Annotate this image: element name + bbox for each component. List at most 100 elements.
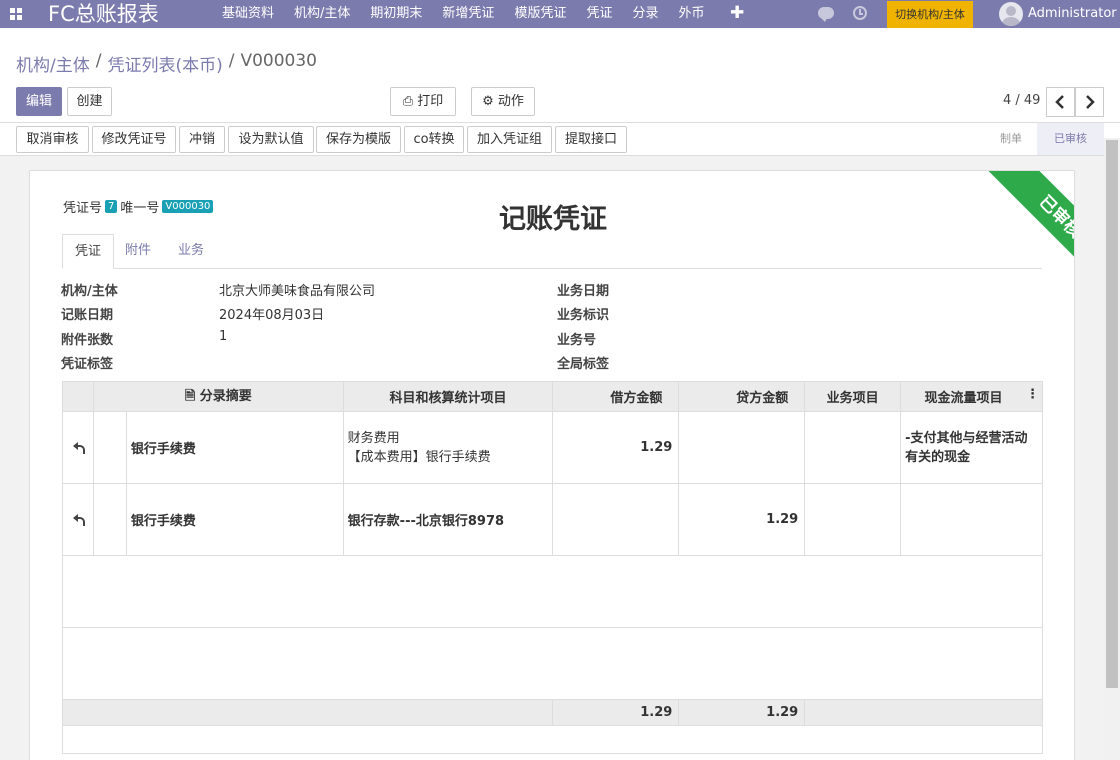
entry-account[interactable]: 财务费用【成本费用】银行手续费 <box>342 411 554 484</box>
menu-item-new-voucher[interactable]: 新增凭证 <box>432 0 504 28</box>
save-template-button[interactable]: 保存为模版 <box>316 126 401 153</box>
tab-attachments[interactable]: 附件 <box>113 234 163 269</box>
business-no-label: 业务号 <box>557 333 597 348</box>
breadcrumb-sep: / <box>228 51 235 71</box>
action-label: 动作 <box>497 94 524 109</box>
entry-cash-flow[interactable] <box>900 483 1043 556</box>
breadcrumb: 机构/主体 / 凭证列表(本币) / V000030 <box>16 51 317 76</box>
create-button[interactable]: 创建 <box>67 87 112 116</box>
col-summary-label: 分录摘要 <box>199 388 252 404</box>
org-label: 机构/主体 <box>61 284 118 299</box>
undo-icon[interactable] <box>72 442 85 454</box>
col-summary[interactable]: 🗎 分录摘要 <box>92 381 344 412</box>
empty-row <box>62 627 1043 700</box>
chevron-left-icon <box>1055 95 1064 109</box>
col-account[interactable]: 科目和核算统计项目 <box>342 381 554 412</box>
breadcrumb-sep: / <box>95 51 102 71</box>
apps-grid-icon[interactable] <box>10 8 22 20</box>
cash-line-1: -支付其他与经营活动 <box>905 430 1028 446</box>
pager-prev-button[interactable] <box>1046 87 1075 117</box>
entry-business-item[interactable] <box>804 411 902 484</box>
edit-button[interactable]: 编辑 <box>16 87 62 116</box>
global-tag-label: 全局标签 <box>557 357 610 372</box>
menu-item-period[interactable]: 期初期末 <box>360 0 432 28</box>
col-business-item[interactable]: 业务项目 <box>804 381 902 412</box>
posting-date-label: 记账日期 <box>61 308 114 323</box>
scrollbar-thumb[interactable] <box>1106 140 1118 688</box>
totals-spacer <box>804 699 1043 726</box>
gear-icon: ⚙ <box>482 94 494 109</box>
entry-business-item[interactable] <box>804 483 902 556</box>
account-line-1: 财务费用 <box>347 430 400 446</box>
menu-item-basic-data[interactable]: 基础资料 <box>212 0 284 28</box>
account-line-2: 【成本费用】银行手续费 <box>347 449 491 465</box>
table-header-row: 🗎 分录摘要 科目和核算统计项目 借方金额 贷方金额 业务项目 现金流量项目 ⋮ <box>62 381 1043 412</box>
attachments-count-value[interactable]: 1 <box>219 329 227 344</box>
empty-row <box>62 555 1043 628</box>
business-date-label: 业务日期 <box>557 284 610 299</box>
avatar[interactable] <box>999 2 1023 26</box>
entry-debit[interactable]: 1.29 <box>552 411 680 484</box>
print-label: 打印 <box>417 94 444 109</box>
entry-summary[interactable]: 银行手续费 <box>125 411 344 484</box>
entry-account[interactable]: 银行存款---北京银行8978 <box>342 483 554 556</box>
menu-item-foreign-currency[interactable]: 外币 <box>668 0 714 28</box>
pager-next-button[interactable] <box>1075 87 1104 117</box>
row-handle-cell <box>92 483 127 556</box>
switch-org-button[interactable]: 切换机构/主体 <box>887 1 973 28</box>
page-scrollbar[interactable] <box>1104 138 1120 760</box>
entries-table: 🗎 分录摘要 科目和核算统计项目 借方金额 贷方金额 业务项目 现金流量项目 ⋮ … <box>61 381 1043 754</box>
entry-credit[interactable] <box>678 411 806 484</box>
col-debit[interactable]: 借方金额 <box>552 381 680 412</box>
entry-credit[interactable]: 1.29 <box>678 483 806 556</box>
voucher-sheet: 已审核 凭证号 7 唯一号 V000030 记账凭证 凭证 附件 业务 机构/主… <box>29 170 1075 760</box>
print-button[interactable]: ⎙ 打印 <box>390 87 456 116</box>
col-credit[interactable]: 贷方金额 <box>678 381 806 412</box>
org-value[interactable]: 北京大师美味食品有限公司 <box>219 280 375 299</box>
tab-voucher[interactable]: 凭证 <box>62 234 115 269</box>
add-voucher-group-button[interactable]: 加入凭证组 <box>467 126 552 153</box>
menu-item-template-voucher[interactable]: 模版凭证 <box>504 0 576 28</box>
menu-item-voucher[interactable]: 凭证 <box>576 0 622 28</box>
undo-icon[interactable] <box>72 514 85 526</box>
entry-cash-flow[interactable]: -支付其他与经营活动 有关的现金 <box>900 411 1043 484</box>
user-menu[interactable]: Administrator <box>1028 0 1117 27</box>
set-default-button[interactable]: 设为默认值 <box>228 126 314 153</box>
total-credit: 1.29 <box>678 699 806 726</box>
menu-item-entries[interactable]: 分录 <box>622 0 668 28</box>
top-navbar: FC总账报表 基础资料 机构/主体 期初期末 新增凭证 模版凭证 凭证 分录 外… <box>0 0 1120 28</box>
status-reviewed[interactable]: 已审核 <box>1037 123 1104 155</box>
reverse-button[interactable]: 冲销 <box>179 126 225 153</box>
status-draft[interactable]: 制单 <box>985 123 1037 155</box>
menu-item-org-entity[interactable]: 机构/主体 <box>284 0 360 28</box>
plus-icon[interactable]: ✚ <box>730 0 744 27</box>
business-flag-label: 业务标识 <box>557 308 610 323</box>
modify-voucher-no-button[interactable]: 修改凭证号 <box>92 126 176 153</box>
co-convert-button[interactable]: co转换 <box>404 126 464 153</box>
chat-icon[interactable] <box>818 7 834 22</box>
breadcrumb-org[interactable]: 机构/主体 <box>16 51 90 76</box>
table-row[interactable]: 银行手续费 财务费用【成本费用】银行手续费 1.29 -支付其他与经营活动 有关的… <box>62 411 1043 484</box>
tab-business[interactable]: 业务 <box>166 234 216 269</box>
document-icon: 🗎 <box>184 388 196 404</box>
main-menu: 基础资料 机构/主体 期初期末 新增凭证 模版凭证 凭证 分录 外币 <box>212 0 715 28</box>
totals-row: 1.29 1.29 <box>61 699 1043 726</box>
row-undo-cell <box>62 411 94 484</box>
action-button[interactable]: ⚙ 动作 <box>471 87 535 116</box>
col-cash-flow[interactable]: 现金流量项目 ⋮ <box>900 381 1043 412</box>
app-brand[interactable]: FC总账报表 <box>48 0 159 28</box>
col-handle <box>62 381 94 412</box>
table-footer <box>62 725 1043 754</box>
extract-interface-button[interactable]: 提取接口 <box>555 126 627 153</box>
column-options-icon[interactable]: ⋮ <box>1026 387 1042 402</box>
row-undo-cell <box>62 483 94 556</box>
entry-debit[interactable] <box>552 483 680 556</box>
table-row[interactable]: 银行手续费 银行存款---北京银行8978 1.29 <box>62 483 1043 556</box>
pager-value: 4 / 49 <box>1003 93 1041 108</box>
entry-summary[interactable]: 银行手续费 <box>125 483 344 556</box>
voucher-title: 记账凭证 <box>499 204 607 235</box>
cancel-review-button[interactable]: 取消审核 <box>16 126 89 153</box>
breadcrumb-voucher-list[interactable]: 凭证列表(本币) <box>107 51 222 76</box>
posting-date-value[interactable]: 2024年08月03日 <box>219 304 324 323</box>
clock-icon[interactable] <box>853 6 867 20</box>
